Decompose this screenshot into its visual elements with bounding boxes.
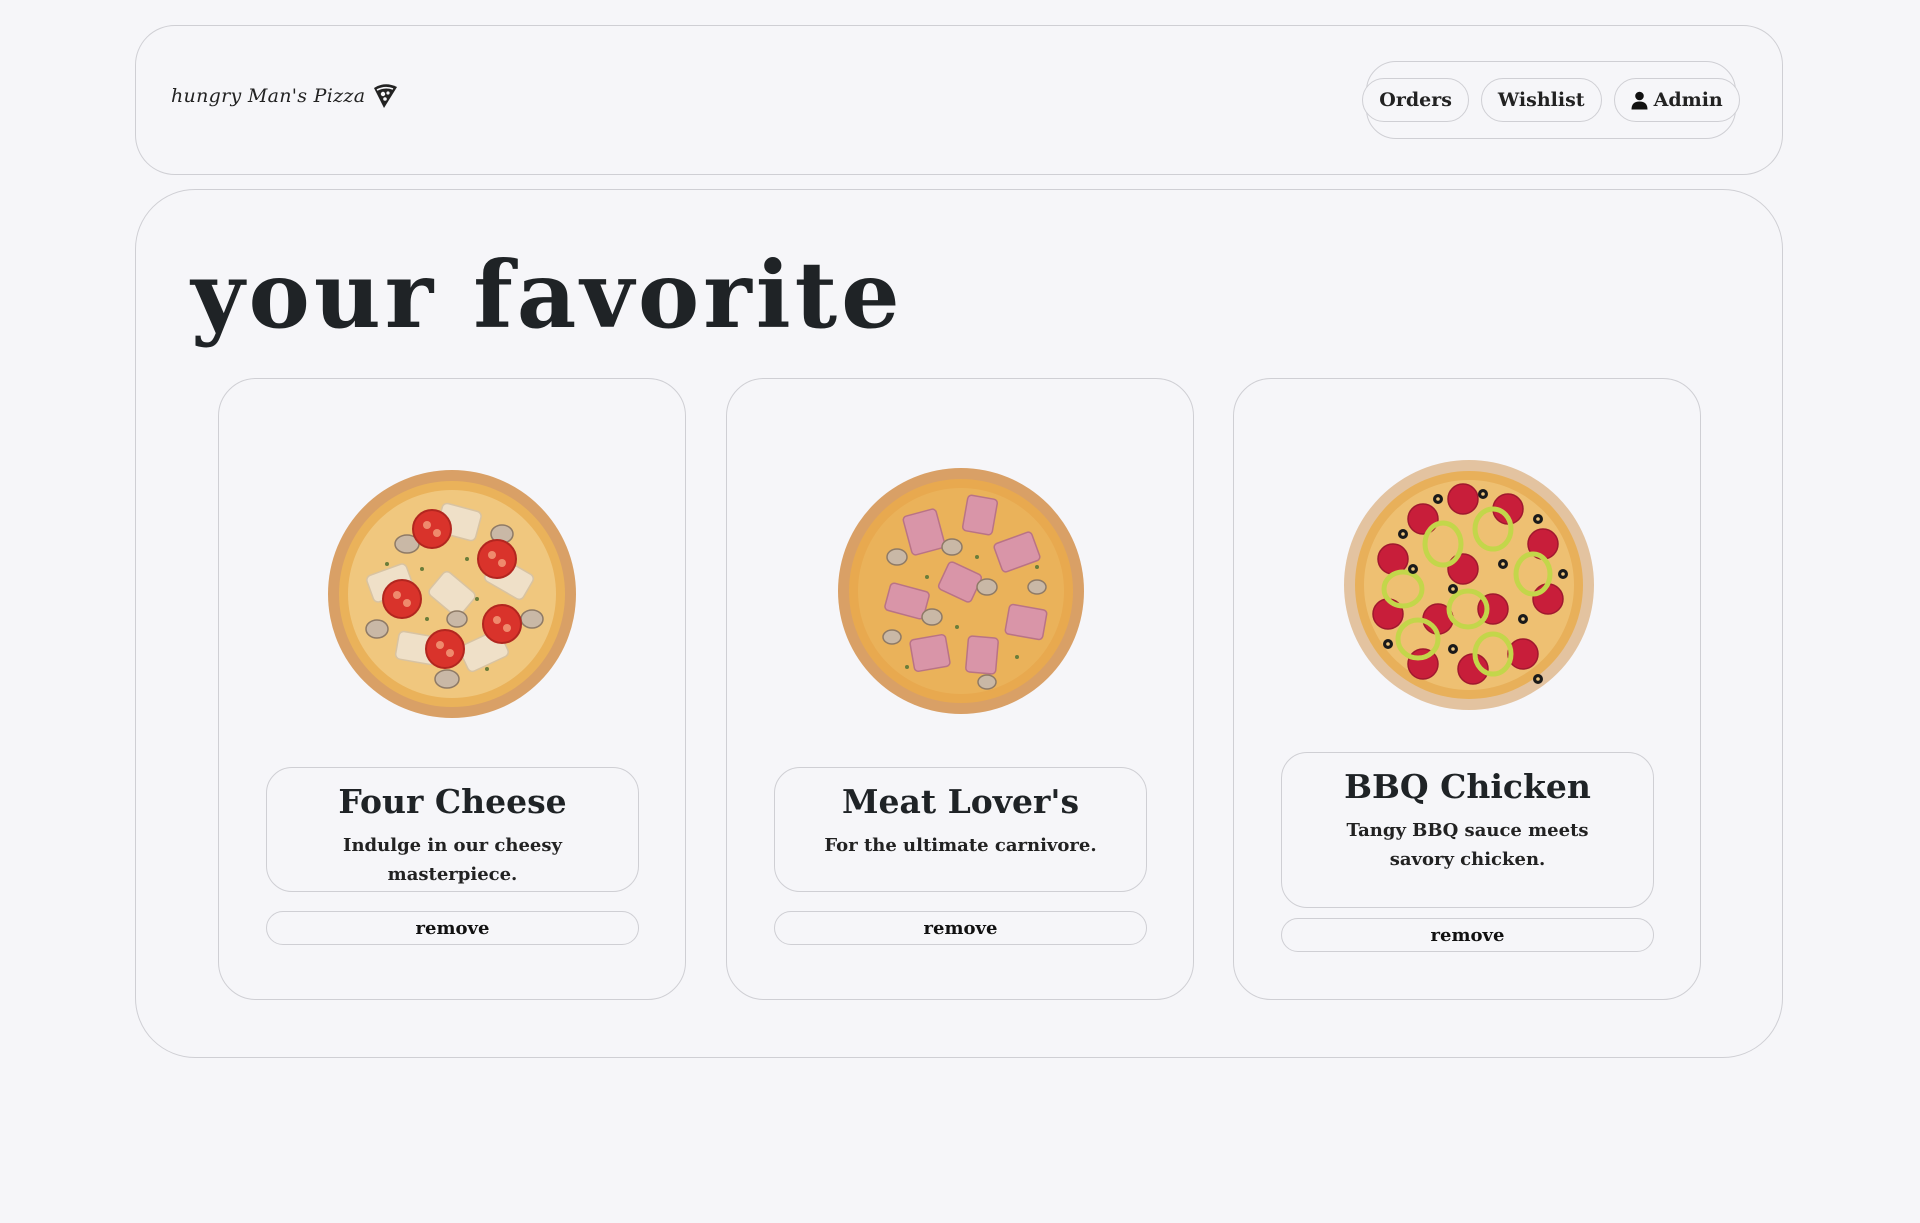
pizza-slice-icon — [374, 84, 398, 108]
pizza-description: Indulge in our cheesy masterpiece. — [343, 835, 562, 885]
page-title: your favorite — [191, 241, 904, 349]
user-icon — [1631, 91, 1648, 109]
pizza-info: BBQ Chicken Tangy BBQ sauce meets savory… — [1281, 752, 1654, 908]
pizza-card: Meat Lover's For the ultimate carnivore.… — [726, 378, 1194, 1000]
logo[interactable]: hungry Man's Pizza — [171, 82, 399, 110]
pizza-name: BBQ Chicken — [1344, 767, 1591, 806]
pizza-name: Meat Lover's — [841, 782, 1080, 821]
orders-label: Orders — [1379, 89, 1452, 111]
admin-label: Admin — [1653, 89, 1723, 111]
pizza-info: Meat Lover's For the ultimate carnivore. — [774, 767, 1147, 892]
main-nav: Orders Wishlist Admin — [1362, 61, 1740, 139]
pizza-name: Four Cheese — [338, 782, 567, 821]
pizza-description: Tangy BBQ sauce meets savory chicken. — [1346, 820, 1589, 870]
wishlist-label: Wishlist — [1497, 89, 1585, 111]
pizza-card: BBQ Chicken Tangy BBQ sauce meets savory… — [1233, 378, 1701, 1000]
remove-button[interactable]: remove — [1281, 918, 1654, 952]
favorites-panel: your favorite Four Cheese Indulge in our… — [135, 189, 1783, 1058]
bbq-chicken-pizza-image — [1344, 460, 1594, 710]
remove-button[interactable]: remove — [774, 911, 1147, 945]
admin-button[interactable]: Admin — [1613, 78, 1740, 122]
pizza-card: Four Cheese Indulge in our cheesy master… — [218, 378, 686, 1000]
site-header: hungry Man's Pizza Orders Wishlist Admin — [135, 25, 1783, 175]
pizza-info: Four Cheese Indulge in our cheesy master… — [266, 767, 639, 892]
meat-lovers-pizza-image — [838, 468, 1084, 714]
pizza-description: For the ultimate carnivore. — [824, 835, 1097, 856]
orders-button[interactable]: Orders — [1362, 78, 1469, 122]
wishlist-button[interactable]: Wishlist — [1480, 78, 1602, 122]
four-cheese-pizza-image — [328, 470, 576, 718]
remove-button[interactable]: remove — [266, 911, 639, 945]
logo-text: hungry Man's Pizza — [171, 85, 366, 107]
